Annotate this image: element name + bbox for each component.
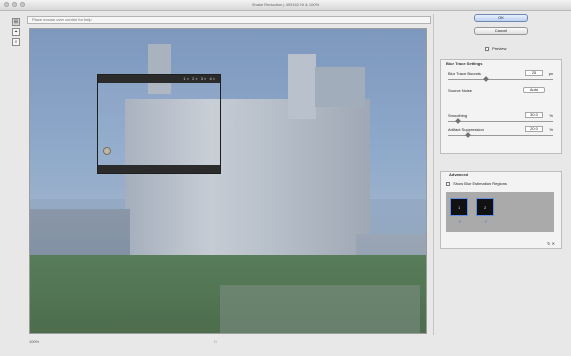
window-titlebar: Shake Reduction | 493162 HI & 100% (0, 0, 571, 11)
slider-track (448, 135, 553, 136)
thumb-1-check-icon: ✓ (458, 219, 463, 225)
loupe-zoom-controls[interactable]: 1× 2× 3× 4× (183, 76, 216, 81)
help-hint-text: Place mouse over control for help (32, 17, 92, 22)
source-noise-select[interactable]: Auto (523, 87, 545, 93)
preview-checkbox-icon[interactable] (485, 47, 489, 51)
zoom-tool-button[interactable]: ⌕ (12, 38, 20, 46)
show-blur-estimation-checkbox-icon[interactable] (446, 182, 450, 186)
loupe-content (98, 83, 220, 167)
panel-divider (433, 14, 434, 335)
help-hint-bar: Place mouse over control for help (27, 16, 431, 24)
detail-loupe-window[interactable]: 1× 2× 3× 4× (97, 74, 221, 174)
source-noise-row: Source Noise Auto (448, 87, 553, 94)
show-blur-estimation-label: Show Blur Estimation Regions (453, 181, 507, 186)
advanced-title[interactable]: Advanced (449, 172, 468, 177)
bottom-status-bar: 100% □ (29, 338, 427, 346)
artifact-suppression-unit-icon: % (549, 127, 553, 132)
cancel-button[interactable]: Cancel (474, 27, 528, 35)
zoom-level-text: 100% (29, 339, 40, 344)
selection-tool-button[interactable]: ⌖ (12, 28, 20, 36)
advanced-section: Advanced Show Blur Estimation Regions 1 … (440, 171, 562, 249)
slider-track (448, 79, 553, 80)
left-toolbar: ⊞ ⌖ ⌕ (12, 18, 21, 58)
artifact-suppression-field[interactable]: 20.0 (525, 126, 543, 132)
loupe-drag-handle-icon[interactable] (103, 147, 111, 155)
slider-thumb[interactable] (483, 76, 489, 82)
blur-trace-bounds-unit: px (548, 71, 553, 76)
blur-trace-bounds-slider[interactable] (448, 76, 553, 82)
preview-label: Preview (492, 46, 507, 51)
preview-checkbox-row[interactable]: Preview (485, 46, 506, 51)
smoothing-field[interactable]: 30.0 (525, 112, 543, 118)
blur-estimation-thumb-1[interactable]: 1 (450, 198, 468, 216)
castle-right-tower (315, 67, 365, 107)
smoothing-unit-icon: % (549, 113, 553, 118)
castle-mid-tower (288, 54, 316, 119)
image-preview-canvas[interactable]: 1× 2× 3× 4× (29, 28, 427, 334)
status-center-icon: □ (214, 339, 217, 344)
smoothing-slider[interactable] (448, 118, 553, 124)
artifact-suppression-row: Artifact Suppression 20.0 % (448, 126, 553, 133)
slider-thumb[interactable] (465, 132, 471, 138)
selection-icon: ⌖ (14, 29, 18, 35)
show-blur-estimation-row[interactable]: Show Blur Estimation Regions (446, 181, 507, 186)
blur-trace-bounds-row: Blur Trace Bounds 25 px (448, 70, 553, 77)
window-title: Shake Reduction | 493162 HI & 100% (251, 2, 320, 7)
artifact-suppression-label: Artifact Suppression (448, 127, 484, 132)
smoothing-row: Smoothing 30.0 % (448, 112, 553, 119)
blur-trace-bounds-field[interactable]: 25 (525, 70, 543, 76)
rocky-foreground (220, 285, 420, 333)
loupe-top-bar: 1× 2× 3× 4× (98, 75, 220, 83)
blur-trace-settings-section: Blur Trace Settings Blur Trace Bounds 25… (440, 59, 562, 154)
blur-trace-settings-title: Blur Trace Settings (446, 61, 483, 66)
loupe-bottom-bar (98, 165, 220, 173)
blur-trace-bounds-label: Blur Trace Bounds (448, 71, 481, 76)
shake-reduction-window: Shake Reduction | 493162 HI & 100% ⊞ ⌖ ⌕… (0, 0, 571, 356)
thumb-2-label: 2 (484, 205, 487, 210)
thumb-2-check-icon: ✓ (484, 219, 489, 225)
thumb-1-label: 1 (458, 205, 461, 210)
grid-icon: ⊞ (13, 19, 19, 25)
slider-track (448, 121, 553, 122)
source-noise-label: Source Noise (448, 88, 473, 93)
advanced-actions[interactable]: ↻ ✕ (547, 241, 555, 246)
zoom-icon: ⌕ (14, 39, 18, 45)
blur-estimation-thumbnails: 1 2 ✓ ✓ (446, 192, 554, 232)
slider-thumb[interactable] (455, 118, 461, 124)
artifact-suppression-slider[interactable] (448, 132, 553, 138)
right-settings-panel: OK Cancel Preview Blur Trace Settings Bl… (440, 14, 562, 336)
grid-tool-button[interactable]: ⊞ (12, 18, 20, 26)
blur-estimation-thumb-2[interactable]: 2 (476, 198, 494, 216)
ok-button[interactable]: OK (474, 14, 528, 22)
